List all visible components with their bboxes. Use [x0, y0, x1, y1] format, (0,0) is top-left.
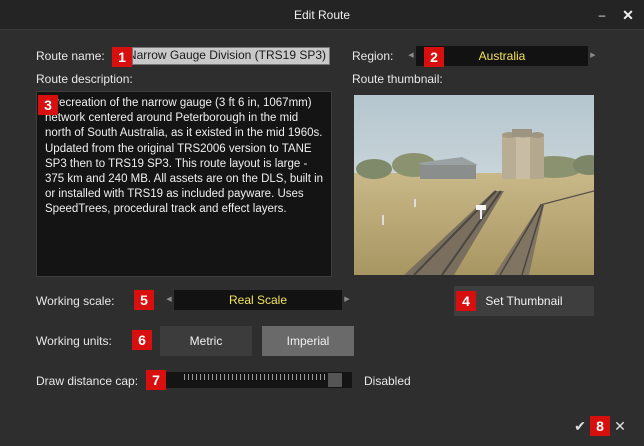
- close-window-icon[interactable]: ✕: [618, 5, 638, 25]
- draw-distance-slider[interactable]: [166, 372, 352, 388]
- working-scale-value: Real Scale: [228, 293, 288, 307]
- cancel-close-icon[interactable]: ✕: [612, 417, 628, 435]
- route-name-input[interactable]: Peterborough Narrow Gauge Division (TRS1…: [132, 47, 330, 65]
- annotation-badge-1: 1: [112, 47, 132, 67]
- metric-units-button[interactable]: Metric: [160, 326, 252, 356]
- slider-ticks: [184, 374, 326, 380]
- annotation-badge-7: 7: [146, 370, 166, 390]
- region-next-arrow-icon[interactable]: ▶: [588, 46, 598, 66]
- region-label: Region:: [352, 49, 394, 63]
- route-name-label: Route name:: [36, 49, 105, 63]
- route-thumbnail-image: [354, 95, 594, 275]
- route-description-textarea[interactable]: A recreation of the narrow gauge (3 ft 6…: [36, 91, 332, 277]
- annotation-badge-4: 4: [456, 291, 476, 311]
- region-prev-arrow-icon[interactable]: ◀: [406, 46, 416, 66]
- working-scale-selector[interactable]: Real Scale: [174, 290, 342, 310]
- draw-distance-cap-label: Draw distance cap:: [36, 374, 139, 388]
- annotation-badge-8: 8: [590, 416, 610, 436]
- thumbnail-scene-illustration: [354, 95, 594, 275]
- draw-distance-value: Disabled: [364, 374, 411, 388]
- imperial-units-button[interactable]: Imperial: [262, 326, 354, 356]
- window-title: Edit Route: [293, 8, 351, 22]
- annotation-badge-5: 5: [134, 290, 154, 310]
- route-name-value: Peterborough Narrow Gauge Division (TRS1…: [133, 48, 326, 62]
- minimize-icon[interactable]: ‒: [592, 5, 612, 25]
- route-thumbnail-label: Route thumbnail:: [352, 72, 443, 86]
- scale-next-arrow-icon[interactable]: ▶: [342, 290, 352, 310]
- working-scale-label: Working scale:: [36, 294, 115, 308]
- route-description-label: Route description:: [36, 72, 133, 86]
- annotation-badge-2: 2: [424, 47, 444, 67]
- slider-handle[interactable]: [328, 373, 342, 387]
- working-units-label: Working units:: [36, 334, 112, 348]
- annotation-badge-3: 3: [38, 95, 58, 115]
- scale-prev-arrow-icon[interactable]: ◀: [164, 290, 174, 310]
- ok-check-icon[interactable]: ✔: [572, 417, 588, 435]
- annotation-badge-6: 6: [132, 330, 152, 350]
